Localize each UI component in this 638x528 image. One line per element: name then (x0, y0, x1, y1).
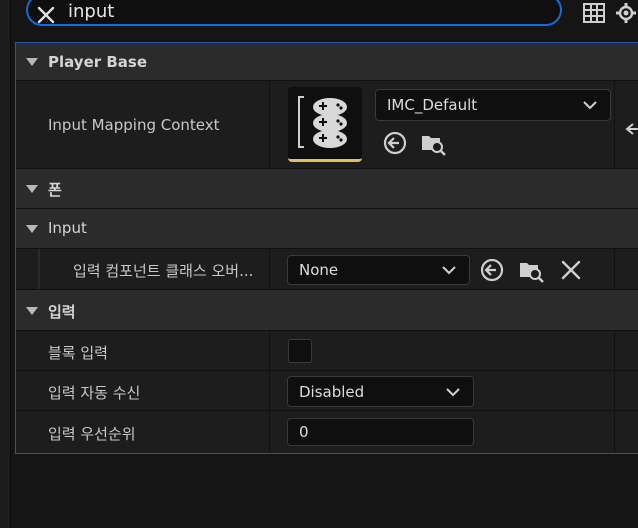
property-input-priority: 입력 우선순위 0 (16, 411, 638, 453)
chevron-down-icon[interactable] (26, 185, 38, 193)
category-label: 폰 (48, 181, 62, 199)
chevron-down-icon (583, 101, 597, 110)
category-player-base[interactable]: Player Base (16, 43, 638, 81)
chevron-down-icon (442, 266, 456, 275)
property-label: 블록 입력 (48, 344, 108, 362)
search-box[interactable] (26, 0, 562, 26)
chevron-down-icon[interactable] (26, 225, 38, 233)
left-strip (0, 0, 11, 528)
use-selected-asset-icon[interactable] (382, 130, 408, 156)
chevron-down-icon[interactable] (26, 58, 38, 66)
chevron-down-icon (446, 387, 460, 396)
auto-receive-input-dropdown[interactable]: Disabled (287, 376, 474, 407)
category-label: Input (48, 219, 87, 237)
block-input-checkbox[interactable] (288, 339, 312, 363)
category-label: Player Base (48, 53, 148, 71)
category-input[interactable]: Input (16, 209, 638, 249)
close-icon[interactable] (37, 6, 55, 24)
input-priority-field[interactable]: 0 (287, 418, 474, 446)
gamepad-stack-icon (298, 96, 347, 148)
clear-icon[interactable] (558, 257, 584, 283)
search-input[interactable] (68, 0, 548, 24)
property-label: Input Mapping Context (48, 116, 220, 134)
property-label: 입력 자동 수신 (48, 384, 141, 402)
reset-arrow-icon[interactable] (622, 117, 638, 143)
table-view-icon[interactable] (582, 2, 606, 24)
category-pawn[interactable]: 폰 (16, 169, 638, 209)
property-label: 입력 우선순위 (48, 425, 136, 443)
details-panel-window: Player Base Input Mapping Context (0, 0, 638, 528)
property-auto-receive-input: 입력 자동 수신 Disabled (16, 371, 638, 411)
browse-asset-icon[interactable] (420, 130, 446, 156)
property-input-component-override: 입력 컴포넌트 클래스 오버... None (16, 249, 638, 290)
dropdown-value: None (299, 261, 339, 279)
class-picker-dropdown[interactable]: None (287, 255, 470, 285)
use-selected-class-icon[interactable] (479, 257, 505, 283)
asset-picker-dropdown[interactable]: IMC_Default (375, 89, 611, 121)
property-input-mapping-context: Input Mapping Context IMC_Default (16, 81, 638, 169)
dropdown-value: IMC_Default (387, 96, 478, 114)
chevron-down-icon[interactable] (26, 307, 38, 315)
gear-icon[interactable] (614, 2, 638, 24)
asset-thumbnail[interactable] (288, 87, 362, 162)
property-block-input: 블록 입력 (16, 331, 638, 371)
category-input-ko[interactable]: 입력 (16, 290, 638, 331)
dropdown-value: Disabled (299, 382, 365, 401)
browse-class-icon[interactable] (518, 257, 544, 283)
category-label: 입력 (48, 303, 76, 321)
property-label: 입력 컴포넌트 클래스 오버... (73, 262, 254, 280)
details-panel: Player Base Input Mapping Context IMC_De… (15, 42, 638, 454)
